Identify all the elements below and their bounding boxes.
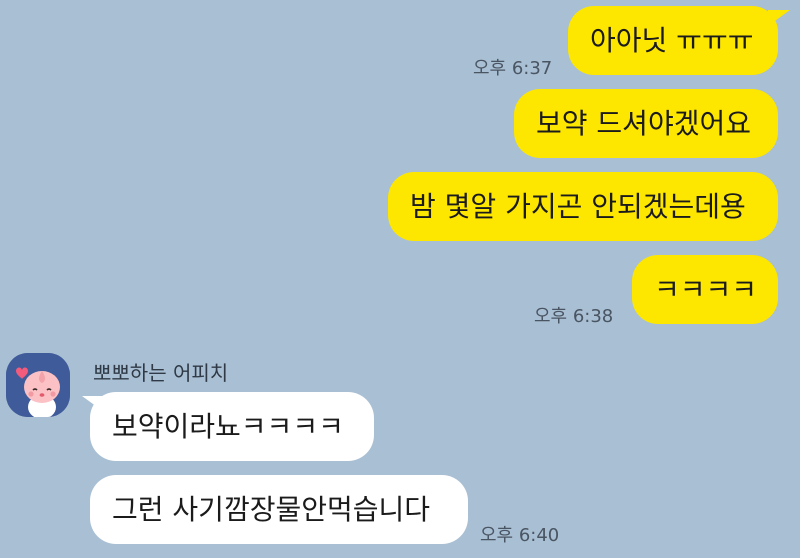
my-message-bubble[interactable]: 아아닛 ㅠㅠㅠ: [568, 6, 778, 75]
my-message-bubble[interactable]: 밤 몇알 가지곤 안되겠는데용: [388, 172, 778, 241]
message-time: 오후 6:37: [473, 58, 553, 79]
other-message-bubble[interactable]: 그런 사기깜장물안먹습니다: [90, 475, 468, 544]
bubble-tail: [82, 396, 104, 412]
message-time: 오후 6:40: [480, 525, 560, 546]
my-message-bubble[interactable]: ㅋㅋㅋㅋ: [632, 255, 778, 324]
sender-name: 뽀뽀하는 어피치: [93, 361, 229, 385]
profile-avatar[interactable]: [6, 353, 70, 417]
chat-room: 아아닛 ㅠㅠㅠ 오후 6:37 보약 드셔야겠어요 밤 몇알 가지곤 안되겠는데…: [0, 0, 800, 558]
apeach-character-icon: [6, 353, 70, 417]
bubble-tail: [768, 10, 790, 26]
other-message-bubble[interactable]: 보약이라뇨ㅋㅋㅋㅋ: [90, 392, 374, 461]
my-message-bubble[interactable]: 보약 드셔야겠어요: [514, 89, 778, 158]
message-time: 오후 6:38: [534, 306, 614, 327]
